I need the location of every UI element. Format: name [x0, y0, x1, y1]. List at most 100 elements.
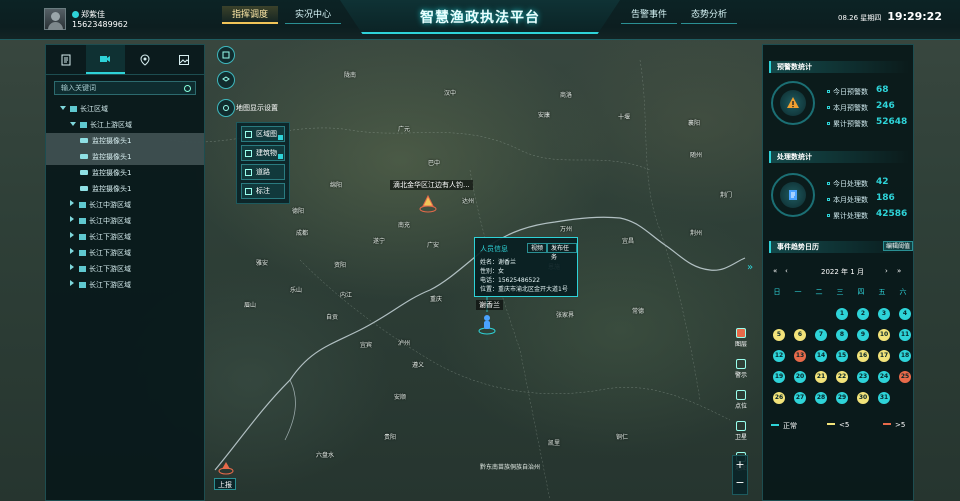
layers-icon [736, 328, 746, 338]
layer-annotation[interactable]: 标注 [241, 183, 285, 199]
search-box[interactable] [54, 81, 196, 95]
caret-right-icon[interactable] [70, 280, 74, 286]
nav-command-dispatch[interactable]: 指挥调度 [222, 6, 278, 24]
city-label: 广元 [398, 126, 411, 133]
camera-icon [100, 55, 111, 62]
calendar-day[interactable]: 10 [878, 329, 890, 341]
layer-region[interactable]: 区域图 [241, 126, 285, 142]
layer-road[interactable]: 道路 [241, 164, 285, 180]
zoom-in-button[interactable]: + [733, 456, 747, 474]
calendar-day[interactable]: 19 [773, 371, 785, 383]
layer-building[interactable]: 建筑物 [241, 145, 285, 161]
caret-right-icon[interactable] [70, 200, 74, 206]
calendar-day[interactable]: 22 [836, 371, 848, 383]
alarm-marker-label[interactable]: 滴北金华区江边有人钓... [390, 180, 473, 190]
calendar-day[interactable]: 7 [815, 329, 827, 341]
calendar-day[interactable]: 21 [815, 371, 827, 383]
tree-folder-item[interactable]: 长江区域 [46, 101, 204, 117]
tree-folder-item[interactable]: 长江中游区域 [46, 197, 204, 213]
person-marker-icon[interactable] [478, 315, 496, 335]
tree-folder-item[interactable]: 长江中游区域 [46, 213, 204, 229]
legend-label: 正常 [783, 422, 797, 430]
map-settings-button[interactable] [217, 99, 235, 117]
calendar-day[interactable]: 20 [794, 371, 806, 383]
person-marker-label[interactable]: 谢香兰 [476, 300, 503, 310]
layer-label: 标注 [256, 187, 270, 195]
calendar-day[interactable]: 27 [794, 392, 806, 404]
report-button[interactable]: 上报 [214, 478, 236, 490]
calendar-day[interactable]: 25 [899, 371, 911, 383]
calendar-day[interactable]: 15 [836, 350, 848, 362]
caret-down-icon[interactable] [60, 106, 66, 110]
calendar-day[interactable]: 18 [899, 350, 911, 362]
search-icon[interactable] [184, 85, 191, 92]
calendar-day[interactable]: 24 [878, 371, 890, 383]
edit-threshold-button[interactable]: 编辑阈值 [883, 241, 913, 251]
next-month-icon[interactable]: › [885, 267, 888, 275]
tab-cameras[interactable] [85, 45, 125, 74]
caret-right-icon[interactable] [70, 248, 74, 254]
next-year-icon[interactable]: » [897, 267, 901, 275]
avatar[interactable] [44, 8, 66, 30]
caret-right-icon[interactable] [70, 232, 74, 238]
map-settings-label[interactable]: 地图显示设置 [236, 103, 278, 113]
video-button[interactable]: 视频 [527, 243, 548, 253]
calendar-day[interactable]: 16 [857, 350, 869, 362]
publish-task-button[interactable]: 发布任务 [547, 243, 577, 261]
tree-folder-item[interactable]: 长江上游区域 [46, 117, 204, 133]
alarm-marker-icon[interactable] [419, 194, 437, 213]
calendar-day[interactable]: 9 [857, 329, 869, 341]
calendar-day[interactable]: 4 [899, 308, 911, 320]
tab-images[interactable] [165, 45, 205, 74]
calendar-day[interactable]: 23 [857, 371, 869, 383]
zoom-out-button[interactable]: − [733, 474, 747, 492]
map-control-1[interactable] [217, 46, 235, 64]
calendar-day[interactable]: 5 [773, 329, 785, 341]
calendar-day[interactable]: 31 [878, 392, 890, 404]
calendar-day[interactable]: 17 [878, 350, 890, 362]
calendar-day[interactable]: 29 [836, 392, 848, 404]
map-control-2[interactable] [217, 71, 235, 89]
collapse-panel-icon[interactable]: » [747, 262, 753, 273]
calendar-day[interactable]: 12 [773, 350, 785, 362]
tree-camera-item[interactable]: 监控摄像头1 [46, 133, 204, 149]
flag-icon [245, 187, 252, 195]
calendar-day[interactable]: 6 [794, 329, 806, 341]
calendar-day[interactable]: 1 [836, 308, 848, 320]
tree-camera-item[interactable]: 监控摄像头1 [46, 149, 204, 165]
caret-right-icon[interactable] [70, 264, 74, 270]
tool-label: 卫星 [734, 434, 747, 441]
search-input[interactable] [55, 82, 195, 94]
tool-satellite[interactable]: 卫星 [731, 421, 751, 449]
tree-folder-item[interactable]: 长江下游区域 [46, 261, 204, 277]
calendar-day[interactable]: 8 [836, 329, 848, 341]
caret-down-icon[interactable] [70, 122, 76, 126]
tab-locations[interactable] [125, 45, 165, 74]
nav-alarm-events[interactable]: 告警事件 [621, 6, 677, 24]
prev-month-icon[interactable]: ‹ [785, 267, 788, 275]
calendar-day[interactable]: 3 [878, 308, 890, 320]
tool-points[interactable]: 点位 [731, 390, 751, 418]
tree-folder-item[interactable]: 长江下游区域 [46, 245, 204, 261]
tool-layers[interactable]: 图层 [731, 328, 751, 356]
tab-documents[interactable] [46, 45, 86, 74]
nav-situation-analysis[interactable]: 态势分析 [681, 6, 737, 24]
calendar-day[interactable]: 13 [794, 350, 806, 362]
tool-alert[interactable]: 警示 [731, 359, 751, 387]
nav-live-center[interactable]: 实况中心 [285, 6, 341, 24]
tree-camera-item[interactable]: 监控摄像头1 [46, 181, 204, 197]
city-label: 安康 [538, 112, 551, 119]
calendar-day[interactable]: 11 [899, 329, 911, 341]
calendar-day[interactable]: 14 [815, 350, 827, 362]
caret-right-icon[interactable] [70, 216, 74, 222]
point-icon [736, 390, 746, 400]
report-marker-icon[interactable] [218, 462, 234, 475]
tree-folder-item[interactable]: 长江下游区域 [46, 277, 204, 293]
prev-year-icon[interactable]: « [773, 267, 777, 275]
calendar-day[interactable]: 30 [857, 392, 869, 404]
calendar-day[interactable]: 28 [815, 392, 827, 404]
calendar-day[interactable]: 26 [773, 392, 785, 404]
tree-camera-item[interactable]: 监控摄像头1 [46, 165, 204, 181]
calendar-day[interactable]: 2 [857, 308, 869, 320]
tree-folder-item[interactable]: 长江下游区域 [46, 229, 204, 245]
